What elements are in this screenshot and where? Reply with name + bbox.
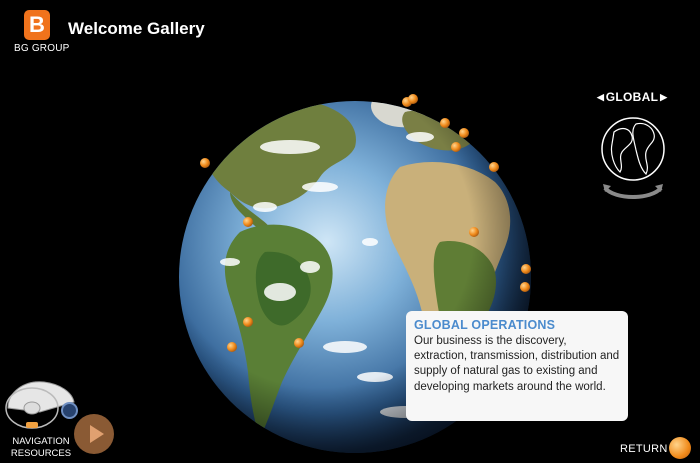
mini-globe-icon[interactable] [600,114,666,204]
navigation-label-line2: RESOURCES [10,448,72,459]
navigation-label-line1: NAVIGATION [12,436,70,447]
navigation-label[interactable]: NAVIGATION RESOURCES [5,436,77,460]
info-card-body: Our business is the discovery, extractio… [414,335,620,393]
global-selector-row: ◀ GLOBAL ▶ [597,90,667,104]
refresh-icon[interactable] [61,402,78,419]
info-card: GLOBAL OPERATIONS Our business is the di… [406,311,628,421]
location-marker[interactable] [520,282,530,292]
page-title: Welcome Gallery [68,19,205,38]
bg-group-logo: B BG GROUP [14,10,69,58]
info-card-title: GLOBAL OPERATIONS [414,318,556,332]
left-arrow-icon[interactable]: ◀ [597,92,604,103]
logo-mark: B [24,10,50,40]
location-marker[interactable] [243,317,253,327]
location-marker[interactable] [243,217,253,227]
location-marker[interactable] [440,118,450,128]
location-marker[interactable] [521,264,531,274]
location-marker[interactable] [408,94,418,104]
location-marker[interactable] [294,338,304,348]
play-icon[interactable] [74,414,114,454]
global-selector-label: GLOBAL [605,90,659,104]
return-label[interactable]: RETURN [620,443,668,455]
logo-text: BG GROUP [14,43,70,54]
global-selector: ◀ GLOBAL ▶ [597,88,697,208]
location-marker[interactable] [200,158,210,168]
location-marker[interactable] [469,227,479,237]
location-marker[interactable] [227,342,237,352]
location-marker[interactable] [489,162,499,172]
location-marker[interactable] [451,142,461,152]
location-marker[interactable] [459,128,469,138]
right-arrow-icon[interactable]: ▶ [660,92,667,103]
return-button-icon[interactable] [669,437,691,459]
